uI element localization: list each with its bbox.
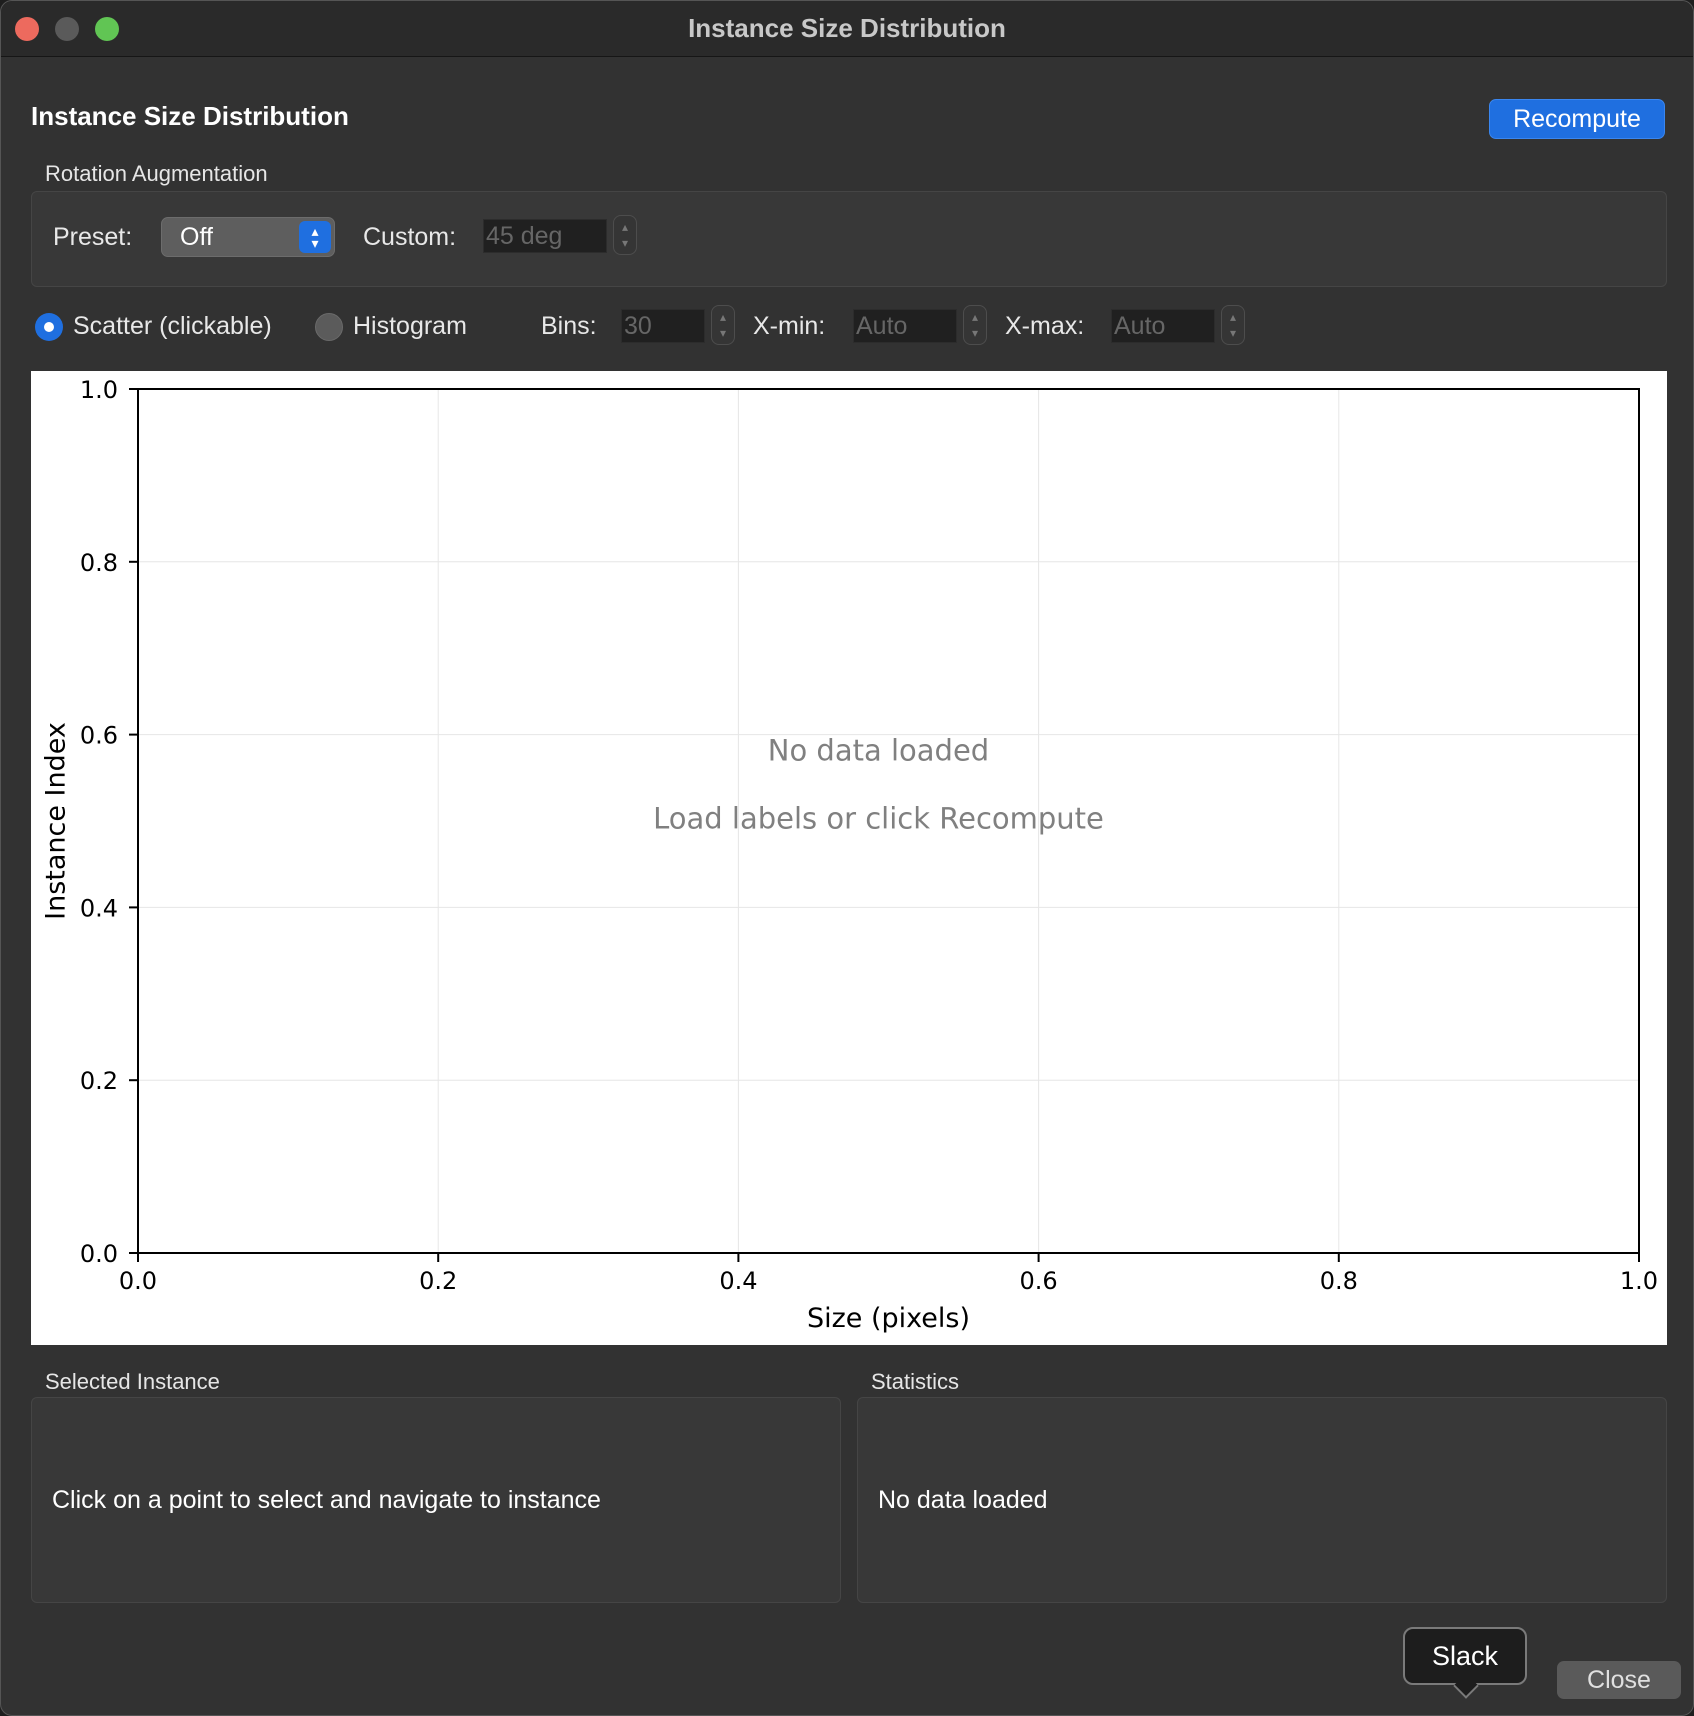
size-distribution-plot[interactable]: 0.0 0.2 0.4 0.6 0.8 1.0 0.0 0.2 0.4 0.6 0.8 1.0 Size…	[31, 371, 1667, 1345]
x-tick-label: 0.0	[119, 1267, 157, 1295]
selected-instance-panel: Click on a point to select and navigate …	[31, 1397, 841, 1603]
xmax-stepper[interactable]: ▴ ▾	[1221, 305, 1245, 345]
y-tick-label: 0.6	[80, 722, 118, 750]
selected-instance-label: Selected Instance	[45, 1369, 220, 1394]
xmin-stepper[interactable]: ▴ ▾	[963, 305, 987, 345]
custom-angle-field[interactable]: 45 deg	[483, 219, 607, 253]
section-title: Instance Size Distribution	[31, 101, 349, 131]
xmin-label: X-min:	[753, 312, 826, 340]
x-tick-label: 0.4	[719, 1267, 757, 1295]
plot-canvas[interactable]: 0.0 0.2 0.4 0.6 0.8 1.0 0.0 0.2 0.4 0.6 0.8 1.0 Size…	[31, 371, 1667, 1345]
x-tick-label: 1.0	[1620, 1267, 1658, 1295]
preset-label: Preset:	[53, 223, 133, 251]
title-bar: Instance Size Distribution	[1, 1, 1693, 57]
x-axis-label: Size (pixels)	[807, 1303, 970, 1334]
histogram-radio[interactable]	[315, 313, 343, 341]
statistics-panel: No data loaded	[857, 1397, 1667, 1603]
histogram-radio-label[interactable]: Histogram	[353, 312, 467, 341]
bins-stepper[interactable]: ▴ ▾	[711, 305, 735, 345]
scatter-radio[interactable]	[35, 313, 63, 341]
preset-select[interactable]: Off ▴ ▾	[161, 217, 335, 257]
rotation-group-label: Rotation Augmentation	[45, 161, 268, 186]
y-tick-label: 0.2	[80, 1067, 118, 1095]
y-axis-label: Instance Index	[41, 722, 72, 920]
xmax-field[interactable]: Auto	[1111, 309, 1215, 343]
y-tick-label: 0.0	[80, 1240, 118, 1268]
slack-tooltip: Slack	[1403, 1627, 1527, 1685]
popup-arrows-icon: ▴ ▾	[299, 221, 331, 253]
bins-field[interactable]: 30	[621, 309, 705, 343]
no-data-annotation: No data loaded	[768, 734, 989, 768]
x-tick-label: 0.2	[419, 1267, 457, 1295]
window-title: Instance Size Distribution	[688, 13, 1006, 43]
preset-value: Off	[180, 223, 213, 251]
bins-label: Bins:	[541, 312, 597, 340]
x-tick-label: 0.8	[1320, 1267, 1358, 1295]
hint-annotation: Load labels or click Recompute	[653, 802, 1104, 836]
statistics-label: Statistics	[871, 1369, 960, 1394]
y-tick-label: 0.4	[80, 894, 118, 922]
dialog-window: Instance Size Distribution Instance Size…	[0, 0, 1694, 1716]
y-tick-label: 0.8	[80, 549, 118, 577]
selected-instance-message: Click on a point to select and navigate …	[52, 1486, 601, 1514]
statistics-message: No data loaded	[878, 1486, 1048, 1514]
recompute-button[interactable]: Recompute	[1489, 99, 1665, 139]
custom-angle-stepper[interactable]: ▴ ▾	[613, 215, 637, 255]
close-button[interactable]: Close	[1557, 1661, 1681, 1699]
x-tick-label: 0.6	[1020, 1267, 1058, 1295]
xmin-field[interactable]: Auto	[853, 309, 957, 343]
custom-label: Custom:	[363, 223, 457, 251]
xmax-label: X-max:	[1005, 312, 1085, 340]
y-tick-label: 1.0	[80, 376, 118, 404]
scatter-radio-label[interactable]: Scatter (clickable)	[73, 312, 272, 341]
